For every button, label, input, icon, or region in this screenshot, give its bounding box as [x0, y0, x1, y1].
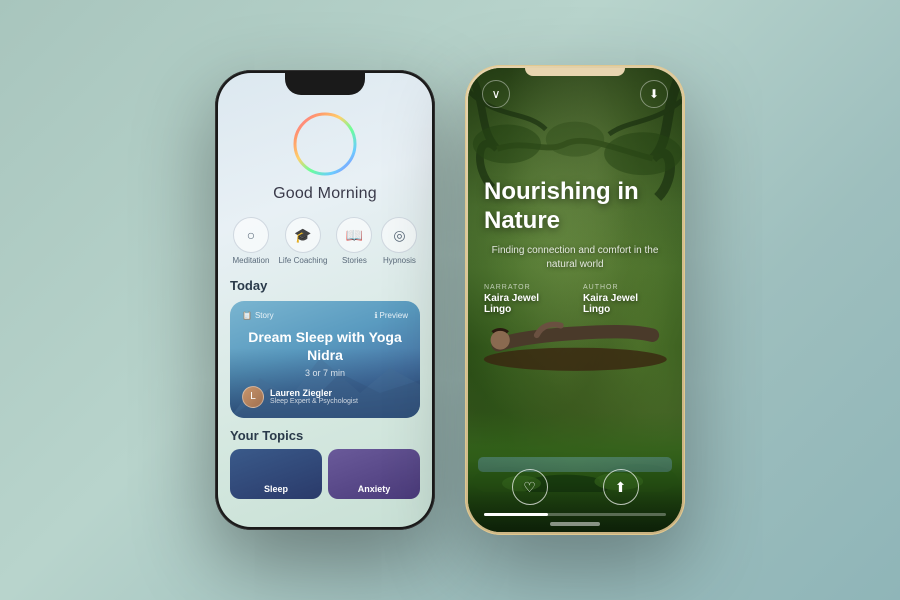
topic-sleep[interactable]: Sleep [230, 449, 322, 499]
chevron-down-icon: ∨ [492, 87, 501, 101]
meditation-icon: ○ [233, 217, 269, 253]
heart-button[interactable]: ♡ [512, 469, 548, 505]
phone-2: ∨ ⬇ Nourishing in Nature Finding connect… [465, 65, 685, 535]
rainbow-circle-icon [290, 109, 360, 179]
download-button[interactable]: ⬇ [640, 80, 668, 108]
nature-title-area: Nourishing in Nature Finding connection … [468, 108, 682, 315]
phone-1-notch [285, 73, 365, 95]
phone-1: Good Morning ○ Meditation 🎓 Life Coachin… [215, 70, 435, 530]
progress-fill [484, 513, 548, 516]
topics-row: Sleep Anxiety [230, 449, 420, 499]
narrator-role-label: NARRATOR [484, 284, 567, 291]
phones-container: Good Morning ○ Meditation 🎓 Life Coachin… [195, 45, 705, 555]
author-info: Lauren Ziegler Sleep Expert & Psychologi… [270, 388, 358, 405]
phone-2-content: ∨ ⬇ Nourishing in Nature Finding connect… [468, 68, 682, 532]
author-row: L Lauren Ziegler Sleep Expert & Psycholo… [242, 386, 408, 408]
category-stories[interactable]: 📖 Stories [336, 217, 372, 266]
share-icon: ⬆ [615, 479, 627, 496]
narrator-name: Kaira Jewel Lingo [484, 293, 567, 315]
preview-badge[interactable]: ℹ Preview [375, 311, 409, 320]
card-duration: 3 or 7 min [242, 368, 408, 378]
card-header: 📋 Story ℹ Preview [242, 311, 408, 320]
author-name: Kaira Jewel Lingo [583, 293, 666, 315]
home-indicator [550, 522, 600, 526]
author-block: AUTHOR Kaira Jewel Lingo [583, 284, 666, 315]
story-icon: 📋 [242, 311, 252, 320]
stories-icon: 📖 [336, 217, 372, 253]
category-hypnosis[interactable]: ◎ Hypnosis [381, 217, 417, 266]
coaching-label: Life Coaching [278, 256, 327, 266]
anxiety-label: Anxiety [358, 484, 391, 494]
download-icon: ⬇ [649, 87, 659, 101]
phone-2-notch [525, 68, 625, 76]
category-meditation[interactable]: ○ Meditation [233, 217, 270, 266]
author-avatar: L [242, 386, 264, 408]
today-label: Today [230, 278, 420, 293]
narrator-block: NARRATOR Kaira Jewel Lingo [484, 284, 567, 315]
meditation-label: Meditation [233, 256, 270, 266]
stories-label: Stories [342, 256, 367, 266]
coaching-icon: 🎓 [285, 217, 321, 253]
phone-1-content: Good Morning ○ Meditation 🎓 Life Coachin… [218, 73, 432, 527]
back-button[interactable]: ∨ [482, 80, 510, 108]
hypnosis-icon: ◎ [381, 217, 417, 253]
hypnosis-label: Hypnosis [383, 256, 416, 266]
categories-row: ○ Meditation 🎓 Life Coaching 📖 Stories ◎… [230, 217, 420, 266]
greeting-text: Good Morning [273, 185, 377, 203]
sleep-label: Sleep [264, 484, 288, 494]
author-name: Lauren Ziegler [270, 388, 358, 398]
story-card[interactable]: 📋 Story ℹ Preview Dream Sleep with Yoga … [230, 301, 420, 418]
nature-subtitle-text: Finding connection and comfort in the na… [484, 244, 666, 272]
topic-anxiety[interactable]: Anxiety [328, 449, 420, 499]
topics-label: Your Topics [230, 428, 420, 443]
preview-icon: ℹ [375, 311, 378, 320]
category-coaching[interactable]: 🎓 Life Coaching [278, 217, 327, 266]
story-badge: 📋 Story [242, 311, 274, 320]
share-button[interactable]: ⬆ [603, 469, 639, 505]
phone-1-screen: Good Morning ○ Meditation 🎓 Life Coachin… [218, 73, 432, 527]
narrator-author-row: NARRATOR Kaira Jewel Lingo AUTHOR Kaira … [484, 284, 666, 315]
heart-icon: ♡ [523, 479, 536, 496]
author-role-label: AUTHOR [583, 284, 666, 291]
progress-bar[interactable] [484, 513, 666, 516]
author-role: Sleep Expert & Psychologist [270, 398, 358, 405]
card-title: Dream Sleep with Yoga Nidra [242, 328, 408, 364]
media-controls: ♡ ⬆ [484, 469, 666, 505]
phone-2-screen: ∨ ⬇ Nourishing in Nature Finding connect… [468, 68, 682, 532]
nature-title-text: Nourishing in Nature [484, 178, 666, 236]
